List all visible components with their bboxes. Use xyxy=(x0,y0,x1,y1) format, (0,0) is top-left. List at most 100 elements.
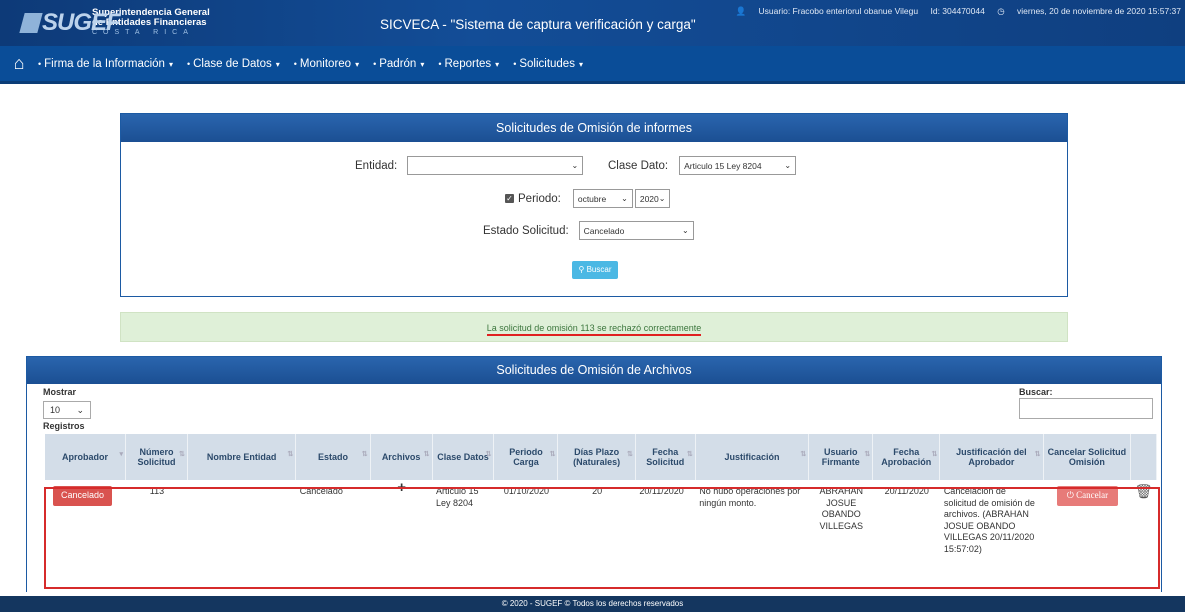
sort-icon: ▾ xyxy=(119,451,123,458)
buscar-label: Buscar: xyxy=(1019,387,1053,397)
nav-label: Solicitudes xyxy=(519,57,575,70)
caret-down-icon: ▾ xyxy=(168,59,173,69)
periodo-label: Periodo: xyxy=(518,192,561,205)
aprobador-status-badge[interactable]: Cancelado xyxy=(53,486,113,506)
periodo-month-value: octubre xyxy=(577,193,607,204)
nav-label: Clase de Datos xyxy=(193,57,272,70)
cancel-button-label: Cancelar xyxy=(1076,490,1109,500)
chevron-down-icon: ⌄ xyxy=(681,226,689,235)
search-button[interactable]: ⚲ Buscar xyxy=(572,261,618,279)
sort-icon: ⇅ xyxy=(686,451,693,458)
estado-select[interactable]: Cancelado ⌄ xyxy=(578,221,694,240)
estado-row: Estado Solicitud: Cancelado ⌄ xyxy=(483,221,694,240)
mostrar-label: Mostrar xyxy=(43,387,77,397)
col-justificacion-aprobador[interactable]: Justificación del Aprobador ⇅ xyxy=(939,434,1044,480)
entidad-label: Entidad: xyxy=(355,159,398,172)
clase-dato-value: Articulo 15 Ley 8204 xyxy=(684,160,762,171)
col-numero[interactable]: Número Solicitud ⇅ xyxy=(125,434,188,480)
nav-padron[interactable]: • Padrón ▾ xyxy=(373,58,424,70)
cell-dias-plazo: 20 xyxy=(592,486,603,496)
home-icon[interactable]: ⌂ xyxy=(0,45,38,83)
col-estado[interactable]: Estado ⇅ xyxy=(295,434,371,480)
cell-usuario-firmante: ABRAHAN JOSUE OBANDO VILLEGAS xyxy=(819,486,863,531)
cell-numero: 113 xyxy=(149,486,165,496)
cell-estado: Cancelado xyxy=(299,486,343,496)
page-size-select[interactable]: 10 ⌄ xyxy=(43,401,91,419)
sort-icon: ⇅ xyxy=(864,451,871,458)
nav-reportes[interactable]: • Reportes ▾ xyxy=(438,58,499,70)
col-justificacion[interactable]: Justificación ⇅ xyxy=(695,434,810,480)
app-title: SICVECA - "Sistema de captura verificaci… xyxy=(380,17,696,32)
chevron-down-icon: ⌄ xyxy=(658,194,666,203)
chevron-down-icon: ⌄ xyxy=(76,404,84,415)
top-header: SUGEF Superintendencia General de Entida… xyxy=(0,0,1185,46)
files-panel-title: Solicitudes de Omisión de Archivos xyxy=(27,357,1161,384)
periodo-year-select[interactable]: 2020 ⌄ xyxy=(634,189,670,208)
caret-down-icon: ▾ xyxy=(275,59,280,69)
nav-label: Padrón xyxy=(379,57,417,70)
sort-icon: ⇅ xyxy=(800,451,807,458)
entidad-select[interactable]: ⌄ xyxy=(407,156,584,175)
cell-justificacion: No hubo operaciones por ningún monto. xyxy=(699,486,801,508)
sort-icon: ⇅ xyxy=(287,451,294,458)
page-size-value: 10 xyxy=(50,405,61,415)
user-icon: 👤 xyxy=(735,6,747,16)
cell-justificacion-aprobador: Cancelación de solicitud de omisión de a… xyxy=(943,486,1035,554)
col-actions xyxy=(1130,434,1157,480)
clock-icon: ◷ xyxy=(997,6,1005,16)
periodo-month-select[interactable]: octubre ⌄ xyxy=(572,189,633,208)
caret-down-icon: ▾ xyxy=(578,59,583,69)
add-file-icon[interactable]: + xyxy=(370,480,432,555)
sort-icon: ⇅ xyxy=(179,451,185,458)
col-fecha-aprobacion[interactable]: Fecha Aprobación ⇅ xyxy=(872,434,941,480)
col-clase-datos[interactable]: Clase Datos ⇅ xyxy=(432,434,495,480)
nav-label: Monitoreo xyxy=(299,57,352,70)
cancel-request-button[interactable]: ⏻ Cancelar xyxy=(1056,486,1119,506)
user-info: 👤 Usuario: Fracobo enteriorul obanue Vil… xyxy=(726,6,1181,17)
nav-monitoreo[interactable]: • Monitoreo ▾ xyxy=(294,58,359,70)
nav-clase-datos[interactable]: • Clase de Datos ▾ xyxy=(187,58,280,70)
nav-label: Firma de la Información xyxy=(44,57,165,70)
clase-dato-select[interactable]: Articulo 15 Ley 8204 ⌄ xyxy=(679,156,797,175)
clase-dato-row: Clase Dato: Articulo 15 Ley 8204 ⌄ xyxy=(608,156,797,175)
col-aprobador[interactable]: Aprobador ▾ xyxy=(45,434,126,480)
col-nombre-entidad[interactable]: Nombre Entidad ⇅ xyxy=(187,434,297,480)
main-nav: ⌂ • Firma de la Información ▾ • Clase de Da… xyxy=(0,46,1185,84)
cell-fecha-aprobacion: 20/11/2020 xyxy=(884,486,929,496)
col-fecha-solicitud[interactable]: Fecha Solicitud ⇅ xyxy=(635,434,696,480)
estado-value: Cancelado xyxy=(583,225,625,236)
chevron-down-icon: ⌄ xyxy=(571,161,579,170)
col-cancelar[interactable]: Cancelar Solicitud Omisión xyxy=(1043,434,1132,480)
col-periodo-carga[interactable]: Periodo Carga ⇅ xyxy=(493,434,559,480)
chevron-down-icon: ⌄ xyxy=(784,161,792,170)
footer: © 2020 - SUGEF © Todos los derechos rese… xyxy=(0,596,1185,612)
nav-firma[interactable]: • Firma de la Información ▾ xyxy=(38,58,173,70)
sugef-logo[interactable]: SUGEF Superintendencia General de Entida… xyxy=(19,5,210,41)
periodo-checkbox[interactable]: ✓ xyxy=(505,194,514,203)
caret-down-icon: ▾ xyxy=(355,59,360,69)
filter-panel-title: Solicitudes de Omisión de informes xyxy=(121,114,1067,142)
cell-nombre-entidad xyxy=(187,480,295,555)
trash-icon[interactable]: 🗑 xyxy=(1135,483,1153,499)
clase-dato-label: Clase Dato: xyxy=(608,159,669,172)
col-archivos[interactable]: Archivos ⇅ xyxy=(370,434,433,480)
entidad-row: Entidad: ⌄ xyxy=(355,156,584,175)
files-panel: Solicitudes de Omisión de Archivos Mostr… xyxy=(26,356,1162,592)
logo-mark: SUGEF xyxy=(19,9,121,37)
caret-down-icon: ▾ xyxy=(420,59,425,69)
sort-icon: ⇅ xyxy=(1034,451,1041,458)
col-dias-plazo[interactable]: Días Plazo (Naturales) ⇅ xyxy=(557,434,636,480)
sort-icon: ⇅ xyxy=(423,451,430,458)
user-id: Id: 304470044 xyxy=(930,6,985,16)
power-icon: ⏻ xyxy=(1066,490,1074,500)
sort-icon: ⇅ xyxy=(931,451,938,458)
alert-message: La solicitud de omisión 113 se rechazó c… xyxy=(486,323,702,336)
col-usuario-firmante[interactable]: Usuario Firmante ⇅ xyxy=(808,434,874,480)
table-search-input[interactable] xyxy=(1019,398,1153,419)
table-header-row: Aprobador ▾ Número Solicitud ⇅ Nombre Enti… xyxy=(45,434,1157,480)
estado-label: Estado Solicitud: xyxy=(483,224,569,237)
nav-solicitudes[interactable]: • Solicitudes ▾ xyxy=(513,58,583,70)
sort-icon: ⇅ xyxy=(626,451,633,458)
sort-icon: ⇅ xyxy=(361,451,368,458)
cell-periodo-carga: 01/10/2020 xyxy=(503,486,549,496)
